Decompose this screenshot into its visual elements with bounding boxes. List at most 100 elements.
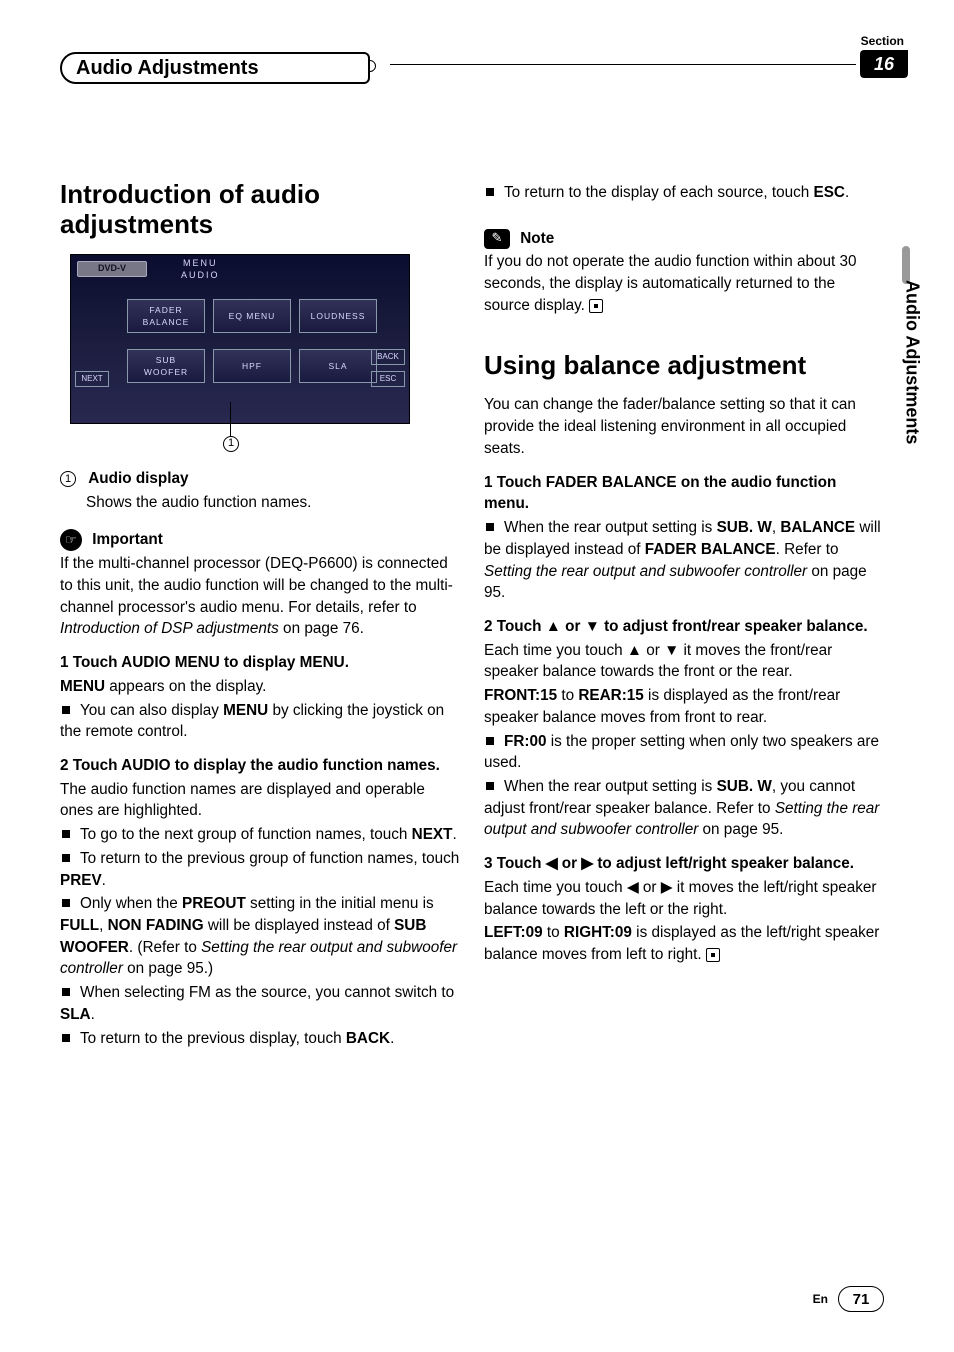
- r-step-2-heading: 2 Touch ▲ or ▼ to adjust front/rear spea…: [484, 616, 884, 638]
- step-2-desc: The audio function names are displayed a…: [60, 779, 460, 822]
- rs2b1a: FR:00: [504, 733, 547, 750]
- s2b4a: When selecting FM as the source, you can…: [80, 984, 454, 1001]
- r-step2-bullet1: FR:00 is the proper setting when only tw…: [484, 731, 884, 774]
- s2b5a: To return to the previous display, touch: [80, 1030, 346, 1047]
- section-number-badge: 16: [860, 50, 908, 78]
- bullet-icon: [486, 782, 494, 790]
- audio-display-desc: Shows the audio function names.: [60, 492, 460, 514]
- footer-lang: En: [813, 1292, 828, 1306]
- r-step1-bullet: When the rear output setting is SUB. W, …: [484, 517, 884, 604]
- ss-btn-fader-l2: BALANCE: [143, 316, 190, 328]
- rs3d2a: LEFT:09: [484, 924, 543, 941]
- bullet-icon: [486, 523, 494, 531]
- s2b3f: NON FADING: [108, 917, 204, 934]
- important-text-1: If the multi-channel processor (DEQ-P660…: [60, 555, 453, 615]
- step-2-heading: 2 Touch AUDIO to display the audio funct…: [60, 755, 460, 777]
- ss-btn-sla: SLA: [299, 349, 377, 383]
- callout-line: [230, 402, 231, 438]
- page-number: 71: [838, 1286, 884, 1312]
- s2b3e: ,: [99, 917, 108, 934]
- s2b3g: will be displayed instead of: [204, 917, 394, 934]
- section-label: Section: [861, 34, 904, 48]
- bullet-icon: [486, 188, 494, 196]
- rs1a: When the rear output setting is: [504, 519, 717, 536]
- header-divider: [390, 64, 856, 65]
- intro-heading: Introduction of audio adjustments: [60, 180, 460, 240]
- rs1b: SUB. W: [717, 519, 772, 536]
- breadcrumb-title: Audio Adjustments: [60, 52, 370, 84]
- right-top-bullet: To return to the display of each source,…: [484, 182, 884, 204]
- s2b2a: To return to the previous group of funct…: [80, 850, 459, 867]
- important-label: Important: [92, 531, 163, 548]
- s2b1c: .: [452, 826, 456, 843]
- important-text-2: on page 76.: [279, 620, 364, 637]
- balance-heading: Using balance adjustment: [484, 351, 884, 381]
- s2b4c: .: [91, 1006, 95, 1023]
- rs2d2a: FRONT:15: [484, 687, 557, 704]
- bullet-icon: [62, 1034, 70, 1042]
- s2b1b: NEXT: [412, 826, 453, 843]
- ss-btn-fader-l1: FADER: [149, 304, 182, 316]
- audio-menu-screenshot: DVD-V MENU AUDIO FADER BALANCE EQ MENU L…: [70, 254, 410, 424]
- r-step2-desc1: Each time you touch ▲ or ▼ it moves the …: [484, 640, 884, 683]
- s2b3c: setting in the initial menu is: [246, 895, 434, 912]
- rtb1a: To return to the display of each source,…: [504, 184, 814, 201]
- ss-btn-subwoofer: SUB WOOFER: [127, 349, 205, 383]
- ss-btn-eq: EQ MENU: [213, 299, 291, 333]
- s2b3b: PREOUT: [182, 895, 246, 912]
- rs1h: Setting the rear output and subwoofer co…: [484, 563, 807, 580]
- rs2b2e: on page 95.: [698, 821, 783, 838]
- note-text: If you do not operate the audio function…: [484, 251, 884, 316]
- important-text: If the multi-channel processor (DEQ-P660…: [60, 553, 460, 640]
- r-step2-bullet2: When the rear output setting is SUB. W, …: [484, 776, 884, 841]
- r-step-3-heading: 3 Touch ◀ or ▶ to adjust left/right spea…: [484, 853, 884, 875]
- bullet-icon: [62, 830, 70, 838]
- step1-b1a: You can also display: [80, 702, 223, 719]
- ss-back-btn: BACK: [371, 349, 405, 365]
- s2b3i: . (Refer to: [129, 939, 201, 956]
- bullet-icon: [62, 899, 70, 907]
- step1-bullet-1: You can also display MENU by clicking th…: [60, 700, 460, 743]
- rs2d2c: REAR:15: [578, 687, 643, 704]
- s2b5b: BACK: [346, 1030, 390, 1047]
- ss-source-badge: DVD-V: [77, 261, 147, 277]
- balance-desc: You can change the fader/balance setting…: [484, 394, 884, 459]
- rtb1c: .: [845, 184, 849, 201]
- bullet-icon: [62, 706, 70, 714]
- s2b1a: To go to the next group of function name…: [80, 826, 412, 843]
- step2-bullet-2: To return to the previous group of funct…: [60, 848, 460, 891]
- end-mark-icon: [589, 299, 603, 313]
- ss-btn-sub-l2: WOOFER: [144, 366, 188, 378]
- r-step3-desc1: Each time you touch ◀ or ▶ it moves the …: [484, 877, 884, 920]
- ss-btn-loudness: LOUDNESS: [299, 299, 377, 333]
- bullet-icon: [62, 988, 70, 996]
- ss-btn-fader-balance: FADER BALANCE: [127, 299, 205, 333]
- bullet-icon: [486, 737, 494, 745]
- rs3d2b: to: [543, 924, 564, 941]
- s2b2b: PREV: [60, 872, 102, 889]
- note-label: Note: [520, 230, 554, 247]
- side-tab-label: Audio Adjustments: [900, 280, 924, 520]
- step2-bullet-4: When selecting FM as the source, you can…: [60, 982, 460, 1025]
- rs3d2c: RIGHT:09: [564, 924, 632, 941]
- rs1g: . Refer to: [776, 541, 839, 558]
- ss-menu-label: MENU: [183, 257, 218, 270]
- rs2d2b: to: [557, 687, 578, 704]
- ss-audio-label: AUDIO: [181, 269, 220, 282]
- s2b3a: Only when the: [80, 895, 182, 912]
- ss-btn-hpf: HPF: [213, 349, 291, 383]
- ss-next-btn: NEXT: [75, 371, 109, 387]
- audio-display-label: Audio display: [88, 470, 188, 487]
- s2b4b: SLA: [60, 1006, 91, 1023]
- s2b5c: .: [390, 1030, 394, 1047]
- r-step3-desc2: LEFT:09 to RIGHT:09 is displayed as the …: [484, 922, 884, 965]
- step2-bullet-1: To go to the next group of function name…: [60, 824, 460, 846]
- rs1d: BALANCE: [780, 519, 855, 536]
- step1-menu-bold: MENU: [60, 678, 105, 695]
- r-step-1-heading: 1 Touch FADER BALANCE on the audio funct…: [484, 472, 884, 515]
- note-text-content: If you do not operate the audio function…: [484, 253, 857, 313]
- step-1-heading: 1 Touch AUDIO MENU to display MENU.: [60, 652, 460, 674]
- bullet-icon: [62, 854, 70, 862]
- step1-desc-tail: appears on the display.: [105, 678, 266, 695]
- step-1-desc: MENU appears on the display.: [60, 676, 460, 698]
